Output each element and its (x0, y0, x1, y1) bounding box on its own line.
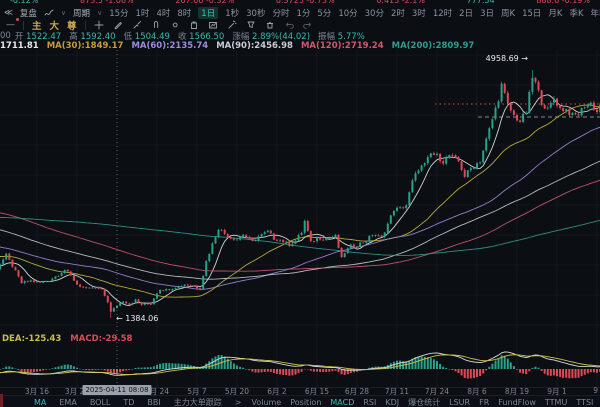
indicator-tab-MA[interactable]: MA (34, 398, 46, 407)
dea-value: DEA:-125.43 (2, 334, 61, 344)
macd-histogram (0, 355, 600, 379)
indicator-tab-TTSI[interactable]: TTSI (576, 398, 593, 407)
ma-90-line (0, 161, 600, 279)
ma-lines (0, 95, 600, 306)
indicator-tabbar: MA EMA BOLL TD BBI 主力大单跟踪 > Volume Position MACD… (0, 395, 600, 407)
high-price-label: 4958.69 → (486, 54, 529, 63)
indicator-tab-爆仓统计[interactable]: 爆仓统计 (408, 397, 440, 407)
ma-7-line (0, 95, 600, 306)
main-chart[interactable]: 4958.69 → ← 1384.06 (0, 0, 600, 407)
macd-readout: DEA:-125.43 MACD:-29.58 (2, 334, 132, 344)
indicator-tab-RSI[interactable]: RSI (363, 398, 376, 407)
indicator-tab-EMA[interactable]: EMA (59, 398, 76, 407)
indicator-tab-Position[interactable]: Position (290, 398, 321, 407)
macd-value: MACD:-29.58 (70, 334, 132, 344)
ma-30-line (0, 105, 600, 297)
indicator-tab-MACD[interactable]: MACD (330, 398, 354, 407)
indicator-tab-主力大单跟踪[interactable]: 主力大单跟踪 (174, 397, 222, 407)
ma-200-line (0, 217, 600, 255)
indicator-tab-FR[interactable]: FR (479, 398, 489, 407)
ma-120-line (0, 180, 600, 271)
crosshair-date-box: 2025-04-11 08:08 (82, 385, 151, 395)
trading-chart-app: -0.12%873.5 -1.06%267.66 -0.32%0.3725 -0… (0, 0, 600, 407)
indicator-tab-TD[interactable]: TD (123, 398, 134, 407)
indicator-tab-TTMU[interactable]: TTMU (545, 398, 567, 407)
indicator-tab-Volume[interactable]: Volume (251, 398, 281, 407)
indicator-tab-BBI[interactable]: BBI (147, 398, 160, 407)
candles (0, 70, 600, 318)
indicator-tab-BOLL[interactable]: BOLL (90, 398, 111, 407)
live-indicator-strip (0, 394, 3, 407)
indicator-tab-LSUR[interactable]: LSUR (449, 398, 470, 407)
indicator-tab-KDJ[interactable]: KDJ (385, 398, 399, 407)
low-price-label: ← 1384.06 (116, 314, 158, 323)
indicator-tab-FundFlow[interactable]: FundFlow (498, 398, 536, 407)
indicator-tab->[interactable]: > (235, 398, 242, 407)
